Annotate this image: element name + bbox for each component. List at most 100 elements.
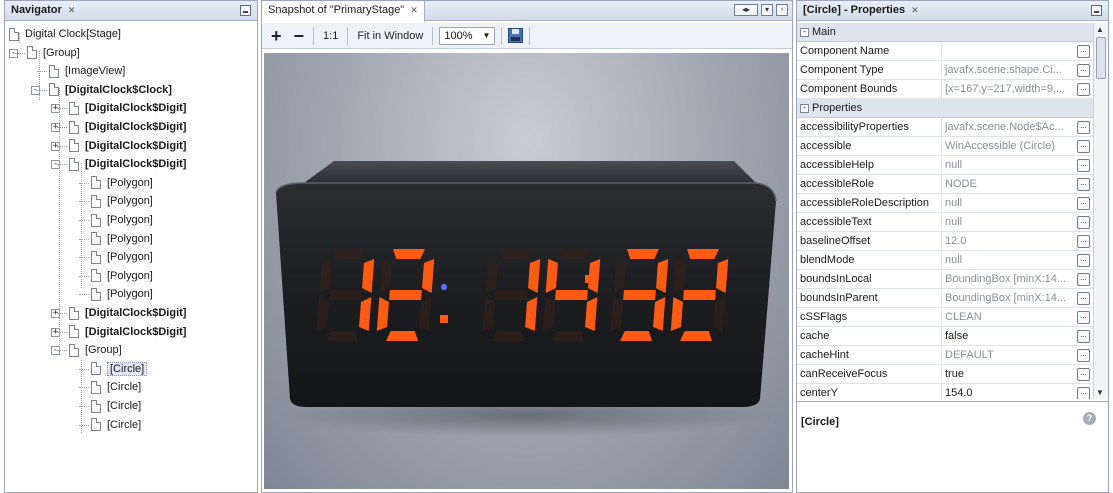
property-value[interactable]: NODE xyxy=(942,175,1075,193)
tree-node[interactable]: [Polygon] xyxy=(91,230,153,248)
ellipsis-button[interactable]: ... xyxy=(1077,45,1090,58)
property-value[interactable]: 12.0 xyxy=(942,232,1075,250)
tree-node[interactable]: [DigitalClock$Digit] xyxy=(69,304,186,322)
property-row[interactable]: accessibleHelp null... xyxy=(797,156,1093,175)
property-row[interactable]: blendMode null... xyxy=(797,251,1093,270)
tree-node[interactable]: [DigitalClock$Digit] xyxy=(69,137,186,155)
tree-node[interactable]: [Polygon] xyxy=(91,267,153,285)
tree-node[interactable]: [Circle] xyxy=(91,397,141,415)
fit-in-window-button[interactable]: Fit in Window xyxy=(354,30,426,42)
tree-node[interactable]: [DigitalClock$Digit] xyxy=(69,155,186,173)
ellipsis-button[interactable]: ... xyxy=(1077,83,1090,96)
tree-node[interactable]: Digital Clock[Stage] xyxy=(9,25,121,43)
property-value[interactable]: null xyxy=(942,213,1075,231)
property-value[interactable]: null xyxy=(942,156,1075,174)
ellipsis-button[interactable]: ... xyxy=(1077,140,1090,153)
ellipsis-button[interactable]: ... xyxy=(1077,349,1090,362)
tree-node[interactable]: [DigitalClock$Digit] xyxy=(69,118,186,136)
property-row[interactable]: canReceiveFocus true... xyxy=(797,365,1093,384)
property-value[interactable]: [x=167,y=217,width=9,... xyxy=(942,80,1075,98)
ellipsis-button[interactable]: ... xyxy=(1077,197,1090,210)
ellipsis-button[interactable]: ... xyxy=(1077,273,1090,286)
property-value[interactable]: false xyxy=(942,327,1075,345)
maximize-icon[interactable]: ▫ xyxy=(776,4,788,16)
scroll-up-icon[interactable]: ▲ xyxy=(1096,25,1104,34)
property-value[interactable]: null xyxy=(942,194,1075,212)
property-value[interactable]: javafx.scene.shape.Ci... xyxy=(942,61,1075,79)
minimize-icon[interactable] xyxy=(240,5,251,16)
ellipsis-button[interactable]: ... xyxy=(1077,368,1090,381)
property-row[interactable]: centerY 154.0... xyxy=(797,384,1093,399)
tree-node[interactable]: [ImageView] xyxy=(49,62,125,80)
ellipsis-button[interactable]: ... xyxy=(1077,292,1090,305)
property-category[interactable]: - Properties xyxy=(797,99,1093,118)
property-row[interactable]: boundsInLocal BoundingBox [minX:14...... xyxy=(797,270,1093,289)
navigator-tab[interactable]: Navigator ✕ xyxy=(5,1,81,21)
property-row[interactable]: Component Name... xyxy=(797,42,1093,61)
close-icon[interactable]: ✕ xyxy=(410,5,418,16)
scrollbar-thumb[interactable] xyxy=(1096,37,1106,79)
zoom-out-button[interactable]: − xyxy=(291,27,308,45)
property-value[interactable]: WinAccessible (Circle) xyxy=(942,137,1075,155)
tab-scroll-arrows-icon[interactable]: ◂▸ xyxy=(734,4,758,16)
property-value[interactable]: CLEAN xyxy=(942,308,1075,326)
property-value[interactable]: javafx.scene.Node$Ac... xyxy=(942,118,1075,136)
tree-node[interactable]: [DigitalClock$Digit] xyxy=(69,99,186,117)
scroll-down-icon[interactable]: ▼ xyxy=(1096,388,1104,397)
ellipsis-button[interactable]: ... xyxy=(1077,64,1090,77)
save-icon[interactable] xyxy=(508,28,524,43)
property-value[interactable] xyxy=(942,42,1075,60)
ellipsis-button[interactable]: ... xyxy=(1077,178,1090,191)
tree-node[interactable]: [Circle] xyxy=(91,378,141,396)
ellipsis-button[interactable]: ... xyxy=(1077,387,1090,399)
tree-node[interactable]: [Polygon] xyxy=(91,285,153,303)
property-value[interactable]: BoundingBox [minX:14... xyxy=(942,270,1075,288)
actual-size-button[interactable]: 1:1 xyxy=(320,30,341,42)
snapshot-canvas[interactable] xyxy=(264,53,789,489)
tree-node[interactable]: [Group] xyxy=(69,341,122,359)
property-row[interactable]: Component Type javafx.scene.shape.Ci.....… xyxy=(797,61,1093,80)
tree-node[interactable]: [Polygon] xyxy=(91,192,153,210)
tree-node[interactable]: [DigitalClock$Clock] xyxy=(49,81,172,99)
property-value[interactable]: 154.0 xyxy=(942,384,1075,399)
tab-list-dropdown-icon[interactable]: ▾ xyxy=(761,4,773,16)
property-row[interactable]: accessibleRole NODE... xyxy=(797,175,1093,194)
ellipsis-button[interactable]: ... xyxy=(1077,216,1090,229)
collapse-icon[interactable]: - xyxy=(800,27,809,37)
property-value[interactable]: null xyxy=(942,251,1075,269)
property-row[interactable]: cacheHint DEFAULT... xyxy=(797,346,1093,365)
close-icon[interactable]: ✕ xyxy=(911,5,919,16)
tree-node[interactable]: [Circle] xyxy=(91,360,148,378)
property-value[interactable]: true xyxy=(942,365,1075,383)
tree-node[interactable]: [Circle] xyxy=(91,416,141,434)
minimize-icon[interactable] xyxy=(1091,5,1102,16)
ellipsis-button[interactable]: ... xyxy=(1077,311,1090,324)
property-row[interactable]: accessibleText null... xyxy=(797,213,1093,232)
property-row[interactable]: accessibleRoleDescription null... xyxy=(797,194,1093,213)
tree-node[interactable]: [Polygon] xyxy=(91,174,153,192)
zoom-select[interactable]: 100% ▼ xyxy=(439,26,496,45)
tree-node[interactable]: [Polygon] xyxy=(91,211,153,229)
property-value[interactable]: DEFAULT xyxy=(942,346,1075,364)
tree-node[interactable]: [DigitalClock$Digit] xyxy=(69,323,186,341)
tree-node[interactable]: [Polygon] xyxy=(91,248,153,266)
property-row[interactable]: cSSFlags CLEAN... xyxy=(797,308,1093,327)
property-scrollbar[interactable]: ▲ ▼ xyxy=(1093,23,1108,399)
property-row[interactable]: accessible WinAccessible (Circle)... xyxy=(797,137,1093,156)
ellipsis-button[interactable]: ... xyxy=(1077,254,1090,267)
property-category[interactable]: - Main xyxy=(797,23,1093,42)
property-row[interactable]: baselineOffset 12.0... xyxy=(797,232,1093,251)
property-row[interactable]: cache false... xyxy=(797,327,1093,346)
collapse-icon[interactable]: - xyxy=(800,103,809,113)
property-value[interactable]: BoundingBox [minX:14... xyxy=(942,289,1075,307)
tree-node[interactable]: [Group] xyxy=(27,44,80,62)
ellipsis-button[interactable]: ... xyxy=(1077,121,1090,134)
properties-tab[interactable]: [Circle] - Properties ✕ xyxy=(797,1,925,21)
ellipsis-button[interactable]: ... xyxy=(1077,330,1090,343)
close-icon[interactable]: ✕ xyxy=(68,5,76,16)
ellipsis-button[interactable]: ... xyxy=(1077,159,1090,172)
zoom-in-button[interactable]: + xyxy=(268,27,285,45)
snapshot-tab[interactable]: Snapshot of "PrimaryStage" ✕ xyxy=(262,1,425,22)
property-row[interactable]: boundsInParent BoundingBox [minX:14...... xyxy=(797,289,1093,308)
ellipsis-button[interactable]: ... xyxy=(1077,235,1090,248)
